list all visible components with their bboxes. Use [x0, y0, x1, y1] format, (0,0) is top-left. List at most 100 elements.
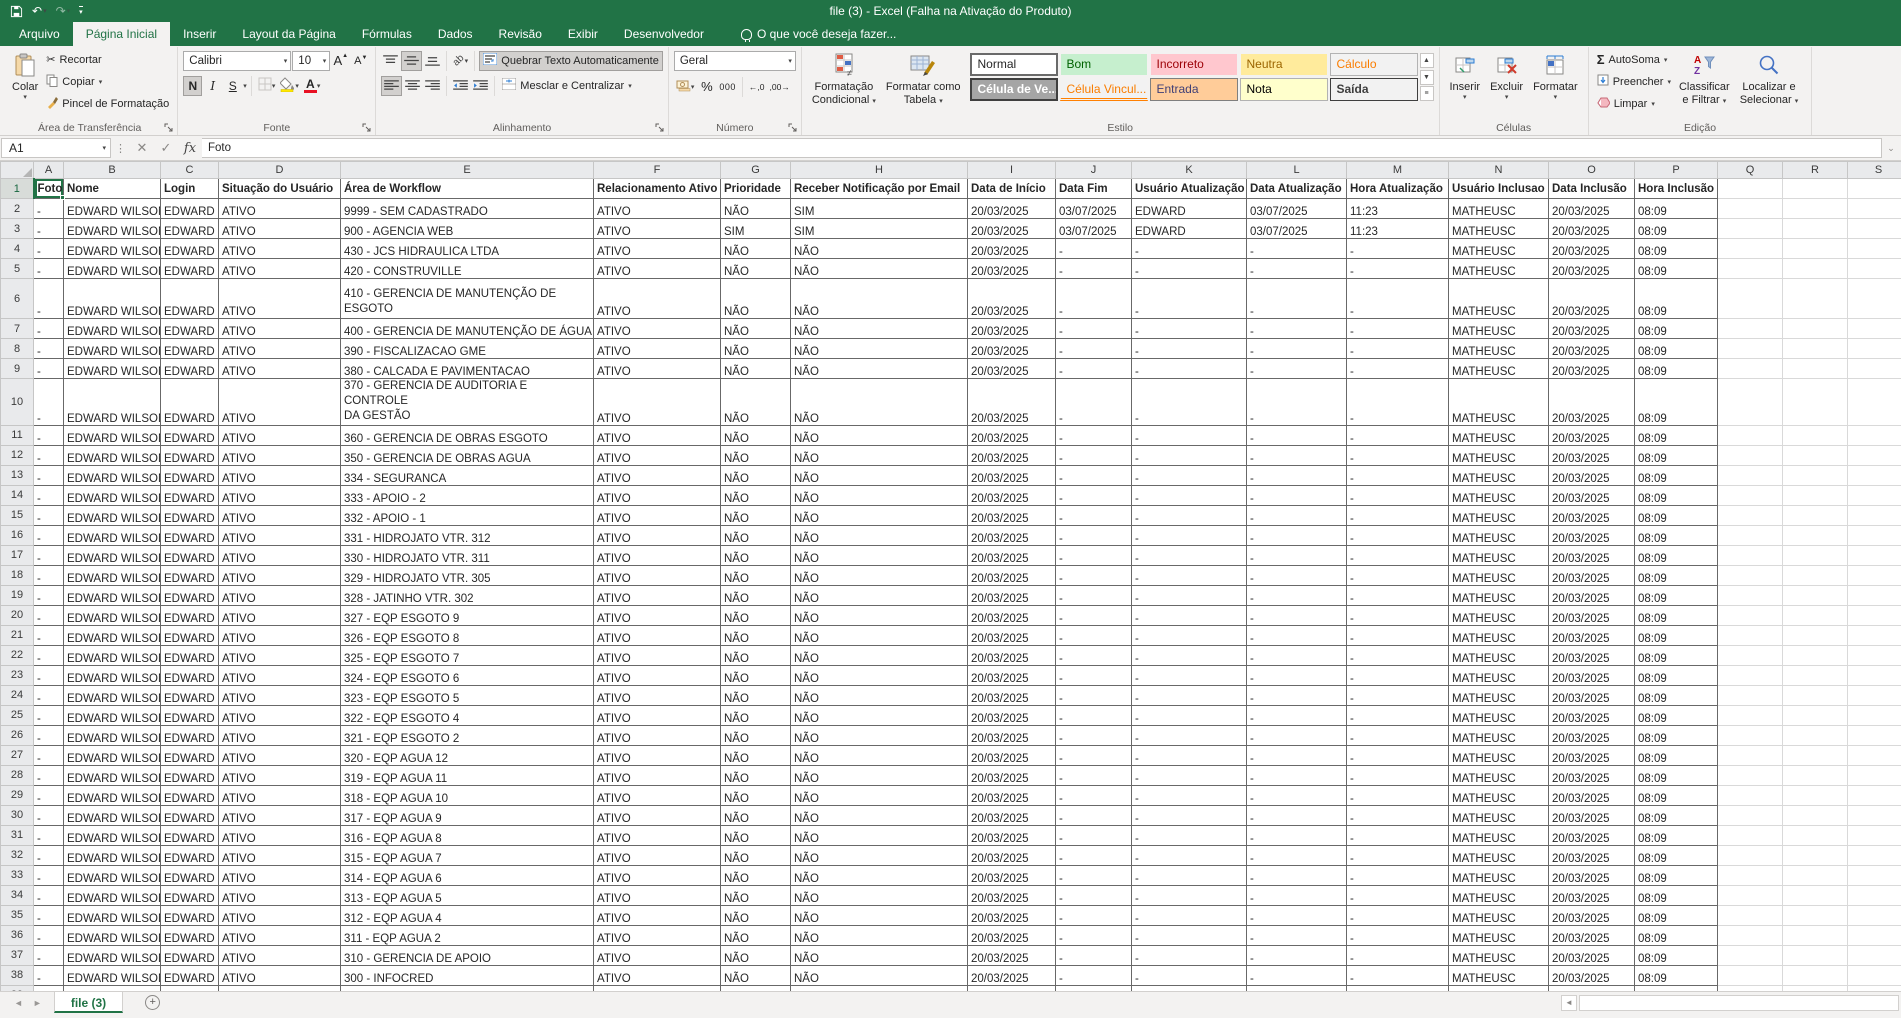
cell[interactable]: EDWARD: [161, 765, 219, 785]
cell[interactable]: 20/03/2025: [968, 525, 1056, 545]
cell[interactable]: NÃO: [791, 685, 968, 705]
cell[interactable]: ATIVO: [594, 905, 721, 925]
cell[interactable]: [1718, 845, 1783, 865]
cell[interactable]: 333 - APOIO - 2: [341, 485, 594, 505]
cell[interactable]: ATIVO: [594, 805, 721, 825]
cell[interactable]: [1783, 425, 1848, 445]
decrease-indent-button[interactable]: [451, 76, 470, 96]
cell[interactable]: 20/03/2025: [968, 505, 1056, 525]
cell[interactable]: -: [1347, 239, 1449, 259]
cell[interactable]: 350 - GERENCIA DE OBRAS AGUA: [341, 445, 594, 465]
decrease-font-button[interactable]: A▼: [351, 51, 370, 71]
cell[interactable]: -: [1056, 725, 1132, 745]
cell[interactable]: -: [34, 925, 64, 945]
cell[interactable]: MATHEUSC: [1449, 945, 1549, 965]
cell[interactable]: ATIVO: [594, 485, 721, 505]
cell[interactable]: EDWARD WILSON: [64, 625, 161, 645]
cell[interactable]: -: [1132, 665, 1247, 685]
cell[interactable]: -: [1347, 279, 1449, 319]
cell[interactable]: 324 - EQP ESGOTO 6: [341, 665, 594, 685]
cell[interactable]: EDWARD: [161, 485, 219, 505]
row-header-12[interactable]: 12: [1, 445, 34, 465]
cell[interactable]: [1783, 545, 1848, 565]
row-header-13[interactable]: 13: [1, 465, 34, 485]
cell[interactable]: ATIVO: [219, 359, 341, 379]
cell[interactable]: ATIVO: [219, 945, 341, 965]
cell[interactable]: ATIVO: [594, 785, 721, 805]
cell[interactable]: ATIVO: [219, 585, 341, 605]
cell[interactable]: -: [1247, 465, 1347, 485]
align-top-button[interactable]: [381, 51, 400, 71]
cell[interactable]: EDWARD: [161, 545, 219, 565]
row-header-1[interactable]: 1: [1, 179, 34, 199]
row-header-2[interactable]: 2: [1, 199, 34, 219]
header-cell[interactable]: Foto: [34, 179, 64, 199]
cell[interactable]: -: [1132, 339, 1247, 359]
column-header-D[interactable]: D: [219, 162, 341, 179]
cell[interactable]: 08:09: [1635, 965, 1718, 985]
cell[interactable]: MATHEUSC: [1449, 845, 1549, 865]
cell[interactable]: EDWARD WILSON: [64, 379, 161, 426]
tab-dados[interactable]: Dados: [425, 22, 486, 46]
cell[interactable]: ATIVO: [219, 465, 341, 485]
row-header-20[interactable]: 20: [1, 605, 34, 625]
tab-pagina-inicial[interactable]: Página Inicial: [73, 22, 170, 46]
cell[interactable]: -: [1347, 965, 1449, 985]
cell[interactable]: [1718, 865, 1783, 885]
cell[interactable]: -: [1056, 765, 1132, 785]
cell[interactable]: NÃO: [721, 379, 791, 426]
cell[interactable]: 08:09: [1635, 625, 1718, 645]
cell[interactable]: -: [34, 425, 64, 445]
cell[interactable]: EDWARD: [1132, 219, 1247, 239]
cell[interactable]: [1848, 845, 1901, 865]
cell[interactable]: 08:09: [1635, 259, 1718, 279]
cell[interactable]: MATHEUSC: [1449, 585, 1549, 605]
cell[interactable]: NÃO: [791, 565, 968, 585]
cell[interactable]: NÃO: [721, 465, 791, 485]
cell[interactable]: EDWARD WILSON: [64, 945, 161, 965]
cell[interactable]: [1718, 219, 1783, 239]
cell[interactable]: EDWARD: [161, 319, 219, 339]
cell[interactable]: 20/03/2025: [968, 825, 1056, 845]
cell[interactable]: NÃO: [721, 359, 791, 379]
cell[interactable]: -: [1132, 625, 1247, 645]
cell[interactable]: 08:09: [1635, 359, 1718, 379]
fill-color-button[interactable]: ▾: [278, 76, 301, 96]
cell[interactable]: EDWARD: [161, 965, 219, 985]
column-header-Q[interactable]: Q: [1718, 162, 1783, 179]
header-cell[interactable]: Usuário Atualização: [1132, 179, 1247, 199]
cell[interactable]: 08:09: [1635, 199, 1718, 219]
cell[interactable]: EDWARD WILSON: [64, 585, 161, 605]
cell[interactable]: 20/03/2025: [1549, 199, 1635, 219]
cell[interactable]: 08:09: [1635, 705, 1718, 725]
cell[interactable]: ATIVO: [219, 505, 341, 525]
find-select-button[interactable]: Localizar e Selecionar ▾: [1735, 49, 1804, 119]
cell[interactable]: EDWARD WILSON: [64, 219, 161, 239]
cell[interactable]: 20/03/2025: [968, 705, 1056, 725]
cell[interactable]: -: [1247, 665, 1347, 685]
cell[interactable]: -: [1347, 845, 1449, 865]
cell[interactable]: -: [1247, 945, 1347, 965]
select-all-corner[interactable]: [1, 162, 34, 179]
cell[interactable]: 20/03/2025: [1549, 425, 1635, 445]
cell[interactable]: 20/03/2025: [1549, 505, 1635, 525]
cell[interactable]: NÃO: [721, 705, 791, 725]
cell[interactable]: NÃO: [721, 825, 791, 845]
cell[interactable]: 315 - EQP AGUA 7: [341, 845, 594, 865]
cell[interactable]: -: [1056, 845, 1132, 865]
redo-button[interactable]: ↷▾: [56, 4, 71, 18]
cell[interactable]: NÃO: [721, 445, 791, 465]
cell[interactable]: [1848, 445, 1901, 465]
cell[interactable]: 08:09: [1635, 645, 1718, 665]
tab-nav-left-icon[interactable]: ◄: [14, 998, 23, 1008]
cell[interactable]: [1848, 359, 1901, 379]
cell[interactable]: [1848, 485, 1901, 505]
cell[interactable]: 20/03/2025: [968, 279, 1056, 319]
cell[interactable]: 20/03/2025: [968, 199, 1056, 219]
cell[interactable]: -: [1132, 725, 1247, 745]
cell[interactable]: -: [1247, 805, 1347, 825]
row-header-5[interactable]: 5: [1, 259, 34, 279]
cell[interactable]: [1718, 685, 1783, 705]
cell[interactable]: 20/03/2025: [1549, 825, 1635, 845]
cell[interactable]: MATHEUSC: [1449, 925, 1549, 945]
